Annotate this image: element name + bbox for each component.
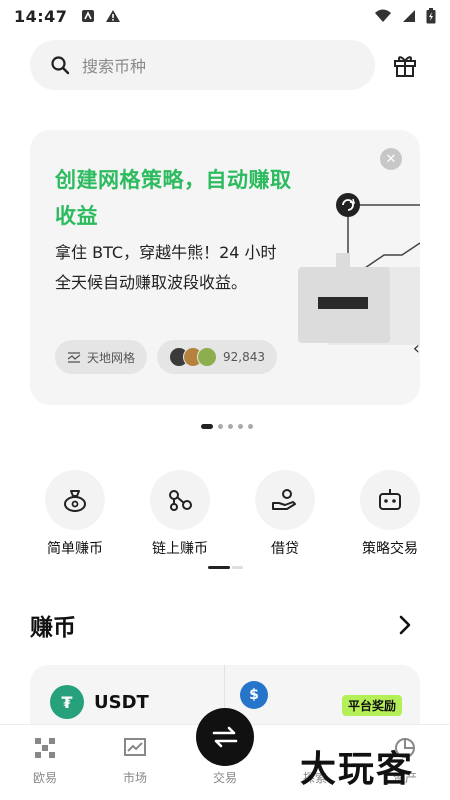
wifi-icon (375, 9, 391, 22)
grid-strategy-illustration (298, 193, 420, 345)
close-icon: ✕ (385, 151, 397, 167)
users-chip: 92,843 (157, 340, 277, 374)
earn-section-title: 赚币 (30, 615, 76, 641)
robot-icon (379, 489, 401, 510)
tab-market[interactable]: 市场 (100, 737, 170, 786)
grid-strategy-label: 天地网格 (87, 350, 136, 365)
pagination-dot (228, 424, 233, 429)
promo-banner[interactable]: 创建网格策略，自动赚取收益 拿住 BTC，穿越牛熊！24 小时全天候自动赚取波段… (30, 130, 420, 405)
pagination-dot (238, 424, 243, 429)
pagination-dot (201, 424, 213, 429)
gift-button[interactable] (390, 50, 420, 80)
okx-logo-icon (35, 738, 55, 758)
tab-label: 欧易 (32, 771, 57, 785)
shortcut-simple-earn[interactable]: 简单赚币 (30, 470, 120, 558)
status-bar: 14:47 (0, 0, 450, 32)
pagination-dot (218, 424, 223, 429)
search-input[interactable]: 搜索币种 (30, 40, 375, 90)
search-icon (51, 56, 70, 75)
shortcut-pagination (208, 566, 243, 569)
banner-pagination (201, 424, 253, 429)
avatar (197, 347, 217, 367)
tab-label: 市场 (122, 771, 147, 785)
pagination-segment (208, 566, 230, 569)
status-time: 14:47 (14, 6, 68, 26)
shortcut-strategy-trading[interactable]: 策略交易 (345, 470, 435, 558)
earn-item-usdt[interactable]: ₮ USDT (50, 685, 149, 719)
search-row: 搜索币种 (30, 40, 420, 90)
banner-close-button[interactable]: ✕ (380, 148, 402, 170)
swap-arrows-icon (212, 726, 238, 748)
usdt-coin-icon: ₮ (50, 685, 84, 719)
shortcut-label: 策略交易 (362, 541, 418, 557)
pagination-segment (232, 566, 243, 569)
shortcut-onchain-earn[interactable]: 链上赚币 (135, 470, 225, 558)
banner-description: 拿住 BTC，穿越牛熊！24 小时全天候自动赚取波段收益。 (55, 243, 277, 292)
user-avatars (169, 347, 217, 367)
grid-strategy-chip[interactable]: 天地网格 (55, 340, 148, 374)
shortcut-loan[interactable]: 借贷 (240, 470, 330, 558)
market-chart-icon (124, 738, 146, 756)
tab-okx[interactable]: 欧易 (10, 737, 80, 786)
watermark-logo: 大玩客 (300, 748, 415, 790)
app-notification-icon (82, 10, 95, 22)
loan-hand-icon (272, 489, 296, 510)
chain-icon (169, 490, 192, 511)
shortcut-label: 链上赚币 (152, 541, 208, 557)
grid-strategy-icon (67, 352, 81, 363)
moneybag-icon (64, 490, 86, 512)
coin-symbol: USDT (94, 691, 149, 713)
chevron-left-icon: ‹ (412, 338, 420, 359)
trade-swap-button[interactable] (196, 708, 254, 766)
shortcut-label: 借贷 (271, 541, 299, 557)
signal-icon (403, 10, 415, 22)
warning-icon (106, 10, 121, 22)
chevron-right-icon[interactable] (396, 614, 414, 636)
battery-icon (426, 8, 436, 24)
pagination-dot (248, 424, 253, 429)
tab-label: 交易 (212, 771, 237, 785)
users-count: 92,843 (223, 350, 265, 364)
platform-reward-badge: 平台奖励 (341, 695, 402, 716)
earn-item-usdc[interactable]: $ (240, 681, 268, 709)
shortcut-row: 简单赚币 链上赚币 借贷 策略交易 (30, 470, 435, 558)
search-placeholder: 搜索币种 (82, 57, 147, 76)
banner-title: 创建网格策略，自动赚取收益 (55, 168, 292, 228)
gift-icon (394, 56, 416, 77)
usdc-coin-icon: $ (240, 681, 268, 709)
shortcut-label: 简单赚币 (47, 541, 103, 557)
notification-icons (81, 9, 121, 23)
